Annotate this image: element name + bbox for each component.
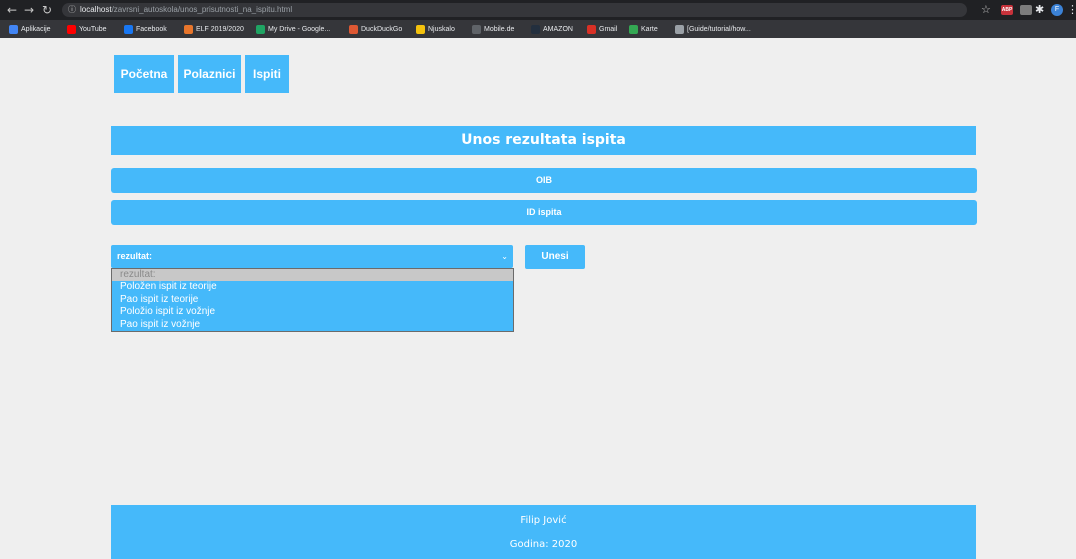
- duckduckgo-icon: [349, 24, 358, 34]
- bookmark-youtube[interactable]: YouTube: [67, 24, 107, 35]
- oib-field[interactable]: OIB: [111, 168, 977, 193]
- page-title: Unos rezultata ispita: [111, 126, 976, 155]
- gmail-icon: [587, 24, 596, 34]
- adblock-extension-icon[interactable]: ABP: [1001, 5, 1013, 15]
- maps-icon: [629, 24, 638, 34]
- url-host: localhost: [80, 5, 112, 14]
- result-select[interactable]: rezultat: ⌄: [111, 245, 513, 268]
- bookmark-duckduckgo[interactable]: DuckDuckGo: [349, 24, 402, 35]
- dropdown-option[interactable]: Pao ispit iz vožnje: [112, 319, 513, 331]
- bookmark-karte[interactable]: Karte: [629, 24, 658, 35]
- bookmark-njuskalo[interactable]: Njuskalo: [416, 24, 455, 35]
- nav-ispiti[interactable]: Ispiti: [245, 55, 289, 93]
- facebook-icon: [124, 24, 133, 34]
- mobile-de-icon: [472, 24, 481, 34]
- result-dropdown-list: rezultat: Položen ispit iz teorije Pao i…: [111, 268, 514, 332]
- forward-icon[interactable]: →: [24, 2, 34, 18]
- dropdown-option[interactable]: Položio ispit iz vožnje: [112, 306, 513, 318]
- bookmark-aplikacije[interactable]: Aplikacije: [9, 24, 51, 35]
- info-icon[interactable]: ⓘ: [68, 3, 76, 17]
- bookmark-star-icon[interactable]: ☆: [981, 2, 991, 18]
- footer-author: Filip Jović: [520, 515, 567, 526]
- njuskalo-icon: [416, 24, 425, 34]
- back-icon[interactable]: ←: [7, 2, 17, 18]
- address-bar[interactable]: ⓘ localhost/zavrsni_autoskola/unos_prisu…: [62, 3, 967, 17]
- browser-toolbar: ← → ↻ ⓘ localhost/zavrsni_autoskola/unos…: [0, 0, 1076, 20]
- dropdown-option[interactable]: Položen ispit iz teorije: [112, 281, 513, 293]
- bookmark-mobile-de[interactable]: Mobile.de: [472, 24, 514, 35]
- exam-id-field[interactable]: ID ispita: [111, 200, 977, 225]
- page-icon: [675, 24, 684, 34]
- chevron-down-icon: ⌄: [501, 252, 508, 261]
- reload-icon[interactable]: ↻: [42, 2, 52, 18]
- youtube-icon: [67, 24, 76, 34]
- bookmark-elf[interactable]: ELF 2019/2020: [184, 24, 244, 35]
- menu-dots-icon[interactable]: ⋮: [1067, 2, 1076, 18]
- submit-button[interactable]: Unesi: [525, 245, 585, 269]
- bookmark-my-drive[interactable]: My Drive - Google...: [256, 24, 330, 35]
- bookmark-gmail[interactable]: Gmail: [587, 24, 617, 35]
- footer-year: Godina: 2020: [509, 539, 578, 550]
- bookmark-facebook[interactable]: Facebook: [124, 24, 167, 35]
- elf-icon: [184, 24, 193, 34]
- dropdown-option[interactable]: Pao ispit iz teorije: [112, 294, 513, 306]
- amazon-icon: [531, 24, 540, 34]
- extension-icon[interactable]: [1020, 5, 1032, 15]
- bookmark-amazon[interactable]: AMAZON: [531, 24, 573, 35]
- result-select-value: rezultat:: [117, 251, 153, 261]
- apps-grid-icon: [9, 24, 18, 34]
- extensions-puzzle-icon[interactable]: ✱: [1035, 2, 1044, 18]
- dropdown-option[interactable]: rezultat:: [112, 269, 513, 282]
- bookmarks-bar: Aplikacije YouTube Facebook ELF 2019/202…: [0, 20, 1076, 38]
- nav-pocetna[interactable]: Početna: [114, 55, 174, 93]
- footer: Filip Jović Godina: 2020: [111, 505, 976, 559]
- bookmark-guide[interactable]: [Guide/tutorial/how...: [675, 24, 751, 35]
- nav-polaznici[interactable]: Polaznici: [178, 55, 241, 93]
- url-path: /zavrsni_autoskola/unos_prisutnosti_na_i…: [111, 5, 293, 14]
- profile-avatar[interactable]: F: [1051, 4, 1063, 16]
- google-drive-icon: [256, 24, 265, 34]
